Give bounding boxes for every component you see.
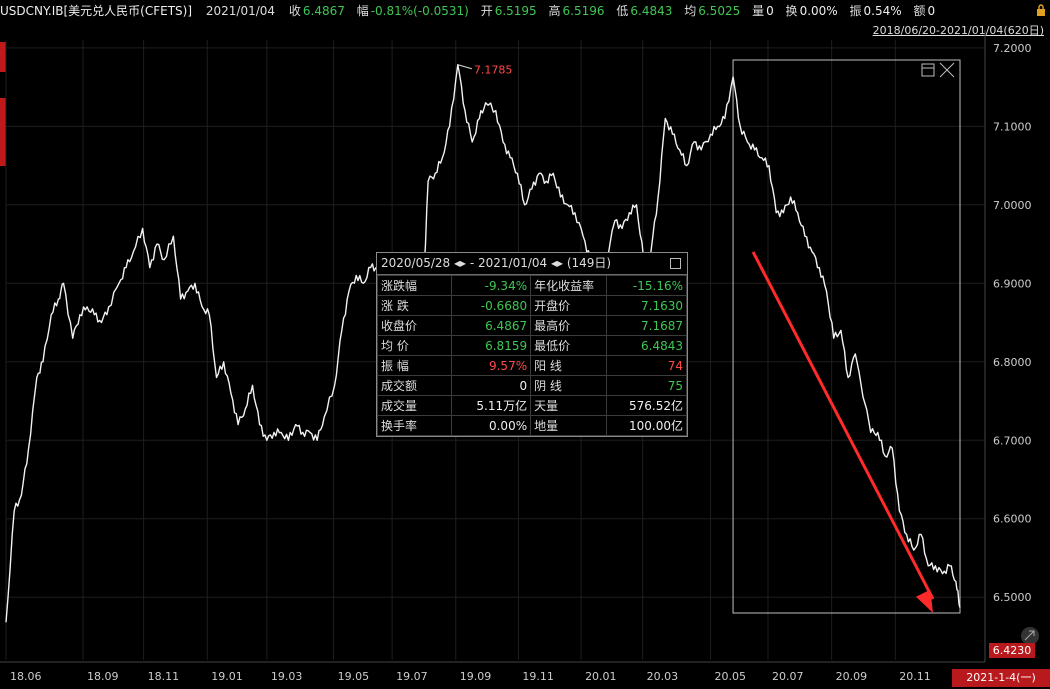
stats-value: 6.8159 bbox=[450, 335, 532, 356]
stats-value: 0 bbox=[450, 375, 532, 396]
interval-stats-table: 涨跌幅 -9.34% 年化收益率 -15.16% 涨 跌 -0.6680 开盘价 7.1630… bbox=[377, 275, 687, 436]
maximize-icon bbox=[921, 63, 935, 77]
x-tick-label: 19.09 bbox=[460, 670, 492, 683]
peak-label: 7.1785 bbox=[474, 64, 513, 77]
interval-stats-panel: 2020/05/28 ◂▸ - 2021/01/04 ◂▸ (149日) 涨跌幅… bbox=[376, 252, 688, 437]
y-tick-label: 6.8000 bbox=[993, 356, 1032, 369]
y-tick-label: 7.1000 bbox=[993, 120, 1032, 133]
stats-value: 576.52亿 bbox=[606, 395, 687, 416]
x-tick-label: 19.05 bbox=[338, 670, 370, 683]
stats-value: 5.11万亿 bbox=[450, 395, 532, 416]
x-tick-label: 20.03 bbox=[647, 670, 679, 683]
stats-key: 最高价 bbox=[530, 315, 608, 336]
x-tick-label: 20.05 bbox=[714, 670, 746, 683]
stats-key: 年化收益率 bbox=[530, 275, 608, 296]
x-tick-label: 19.01 bbox=[211, 670, 243, 683]
stats-value: 9.57% bbox=[450, 355, 532, 376]
close-icon[interactable] bbox=[670, 258, 681, 269]
stats-key: 换手率 bbox=[377, 415, 452, 436]
x-tick-label: 19.07 bbox=[396, 670, 428, 683]
stats-key: 开盘价 bbox=[530, 295, 608, 316]
stats-row: 收盘价 6.4867 最高价 7.1687 bbox=[377, 315, 687, 336]
x-tick-label: 20.07 bbox=[772, 670, 804, 683]
y-tick-label: 6.6000 bbox=[993, 513, 1032, 526]
x-tick-label: 19.11 bbox=[522, 670, 554, 683]
close-selection-icon bbox=[939, 62, 955, 78]
stats-value: 6.4867 bbox=[450, 315, 532, 336]
y-tick-label: 7.2000 bbox=[993, 42, 1032, 55]
stats-row: 涨 跌 -0.6680 开盘价 7.1630 bbox=[377, 295, 687, 316]
cursor-date-badge: 2021-1-4(一) bbox=[952, 669, 1050, 687]
stats-value: -0.6680 bbox=[450, 295, 532, 316]
stats-key: 均 价 bbox=[377, 335, 452, 356]
stats-row: 成交额 0 阴 线 75 bbox=[377, 375, 687, 396]
x-tick-label: 20.09 bbox=[836, 670, 868, 683]
y-tick-label: 6.5000 bbox=[993, 591, 1032, 604]
selection-box bbox=[732, 59, 961, 614]
stats-row: 涨跌幅 -9.34% 年化收益率 -15.16% bbox=[377, 275, 687, 296]
y-tick-label: 7.0000 bbox=[993, 199, 1032, 212]
stats-key: 阴 线 bbox=[530, 375, 608, 396]
stats-value: 0.00% bbox=[450, 415, 532, 436]
y-tick-label: 6.7000 bbox=[993, 434, 1032, 447]
x-tick-label: 20.01 bbox=[585, 670, 617, 683]
stats-value: 7.1630 bbox=[606, 295, 687, 316]
selection-rect bbox=[732, 59, 961, 614]
x-tick-label: 18.11 bbox=[148, 670, 180, 683]
stats-key: 收盘价 bbox=[377, 315, 452, 336]
x-tick-label: 18.09 bbox=[87, 670, 119, 683]
trend-arrow-head bbox=[916, 589, 933, 613]
stats-value: 6.4843 bbox=[606, 335, 687, 356]
x-tick-label: 19.03 bbox=[271, 670, 303, 683]
stats-row: 振 幅 9.57% 阳 线 74 bbox=[377, 355, 687, 376]
stats-row: 均 价 6.8159 最低价 6.4843 bbox=[377, 335, 687, 356]
interval-range[interactable]: 2020/05/28 ◂▸ - 2021/01/04 ◂▸ (149日) bbox=[381, 256, 611, 270]
stats-value: 75 bbox=[606, 375, 687, 396]
stats-key: 最低价 bbox=[530, 335, 608, 356]
y-tick-label: 6.9000 bbox=[993, 277, 1032, 290]
stats-key: 天量 bbox=[530, 395, 608, 416]
stats-row: 换手率 0.00% 地量 100.00亿 bbox=[377, 415, 687, 436]
stats-key: 涨跌幅 bbox=[377, 275, 452, 296]
stats-key: 阳 线 bbox=[530, 355, 608, 376]
stats-key: 振 幅 bbox=[377, 355, 452, 376]
x-tick-label: 20.11 bbox=[899, 670, 931, 683]
stats-key: 地量 bbox=[530, 415, 608, 436]
stats-value: -9.34% bbox=[450, 275, 532, 296]
stats-value: -15.16% bbox=[606, 275, 687, 296]
last-price-badge: 6.4230 bbox=[989, 643, 1035, 658]
trend-arrow-line bbox=[751, 251, 935, 600]
stats-key: 成交额 bbox=[377, 375, 452, 396]
x-tick-label: 18.06 bbox=[10, 670, 42, 683]
peak-pointer bbox=[457, 64, 472, 70]
stats-key: 成交量 bbox=[377, 395, 452, 416]
stats-value: 7.1687 bbox=[606, 315, 687, 336]
stats-key: 涨 跌 bbox=[377, 295, 452, 316]
stats-row: 成交量 5.11万亿 天量 576.52亿 bbox=[377, 395, 687, 416]
stats-value: 100.00亿 bbox=[606, 415, 687, 436]
stats-value: 74 bbox=[606, 355, 687, 376]
